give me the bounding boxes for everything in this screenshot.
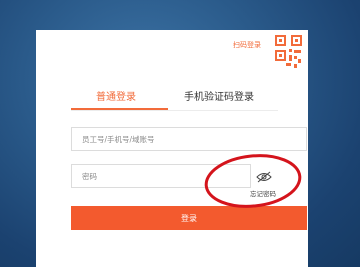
- forgot-password-link[interactable]: 忘记密码: [250, 188, 276, 198]
- password-placeholder: 密码: [82, 172, 97, 181]
- password-input[interactable]: 密码: [71, 164, 251, 188]
- username-placeholder: 员工号/手机号/域账号: [82, 135, 155, 144]
- eye-slash-icon[interactable]: [256, 168, 272, 183]
- username-input[interactable]: 员工号/手机号/域账号: [71, 127, 307, 151]
- login-button[interactable]: 登录: [71, 206, 307, 230]
- login-form: 员工号/手机号/域账号 密码 忘记密码 登录: [36, 30, 308, 267]
